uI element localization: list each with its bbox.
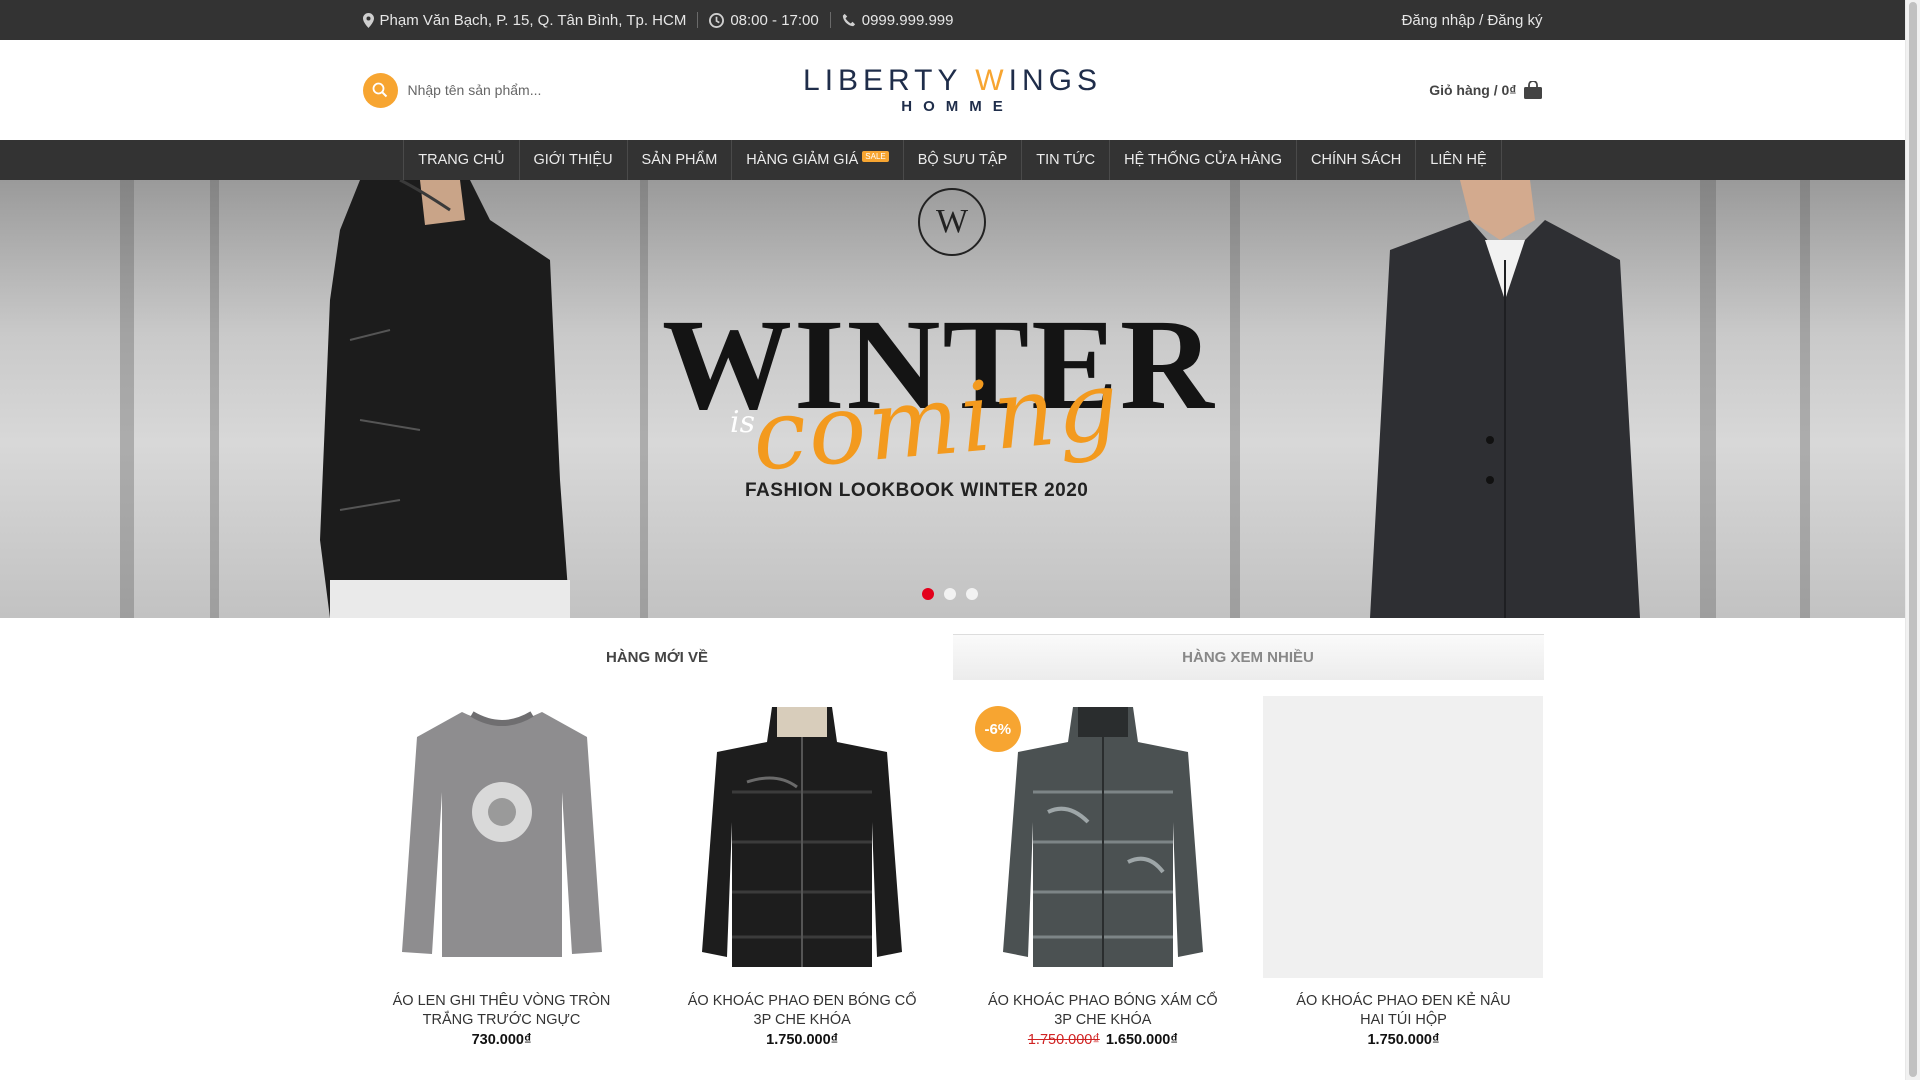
cart-link[interactable]: Giỏ hàng / 0₫ <box>1429 80 1542 100</box>
tab-most-viewed[interactable]: HÀNG XEM NHIỀU <box>952 634 1544 680</box>
product-price: 1.750.000₫ 1.650.000₫ <box>963 1032 1243 1048</box>
logo-subtitle: HOMME <box>901 98 1014 115</box>
product-name[interactable]: ÁO KHOÁC PHAO ĐEN BÓNG CỔ 3P CHE KHÓA <box>662 992 942 1030</box>
black-puffer-image <box>702 707 903 967</box>
main-nav: TRANG CHỦ GIỚI THIỆU SẢN PHẨM HÀNG GIẢM … <box>0 140 1905 180</box>
logo-text-b: INGS <box>1008 64 1102 97</box>
login-register-link[interactable]: Đăng nhập / Đăng ký <box>1402 12 1543 29</box>
slider-dot[interactable] <box>944 588 956 600</box>
address-info: Phạm Văn Bạch, P. 15, Q. Tân Bình, Tp. H… <box>362 11 687 29</box>
nav-item-home[interactable]: TRANG CHỦ <box>404 140 520 180</box>
scrollbar-thumb[interactable] <box>1909 2 1917 1077</box>
site-logo[interactable]: LIBERTY WINGS HOMME <box>803 64 1102 116</box>
slider-dots <box>922 588 978 600</box>
nav-item-label: BỘ SƯU TẬP <box>917 152 1008 168</box>
product-name[interactable]: ÁO LEN GHI THÊU VÒNG TRÒN TRẮNG TRƯỚC NG… <box>362 992 642 1030</box>
model-leather-jacket-image <box>320 180 570 618</box>
page: Phạm Văn Bạch, P. 15, Q. Tân Bình, Tp. H… <box>0 0 1905 1080</box>
nav-item-label: TIN TỨC <box>1036 152 1096 168</box>
cart-label: Giỏ hàng / 0₫ <box>1429 82 1517 98</box>
model-suit-image <box>1370 180 1640 618</box>
discount-badge: -6% <box>974 706 1021 752</box>
nav-item-policy[interactable]: CHÍNH SÁCH <box>1297 140 1417 180</box>
search-button[interactable] <box>362 72 398 108</box>
tab-new-arrivals[interactable]: HÀNG MỚI VỀ <box>361 634 953 680</box>
nav-item-label: GIỚI THIỆU <box>533 152 613 168</box>
hours-text: 08:00 - 17:00 <box>730 11 819 29</box>
product-card[interactable]: -6% ÁO KHOÁC PHAO BÓNG XÁM CỔ 3P CHE KHÓ… <box>962 696 1243 1048</box>
banner-is-text: is <box>730 405 755 440</box>
product-grid: ÁO LEN GHI THÊU VÒNG TRÒN TRẮNG TRƯỚC NG… <box>361 696 1544 1048</box>
nav-item-label: TRANG CHỦ <box>418 152 505 168</box>
slider-dot[interactable] <box>922 588 934 600</box>
product-card[interactable]: ÁO KHOÁC PHAO ĐEN KẺ NÂU HAI TÚI HỘP 1.7… <box>1263 696 1544 1048</box>
clock-icon <box>709 12 725 28</box>
header: LIBERTY WINGS HOMME Giỏ hàng / 0₫ <box>0 40 1905 140</box>
product-image-placeholder[interactable] <box>1263 696 1544 978</box>
nav-item-contact[interactable]: LIÊN HỆ <box>1416 140 1502 180</box>
product-card[interactable]: ÁO KHOÁC PHAO ĐEN BÓNG CỔ 3P CHE KHÓA 1.… <box>662 696 943 1048</box>
location-pin-icon <box>362 12 374 28</box>
current-price: 1.650.000₫ <box>1105 1032 1178 1048</box>
grey-puffer-image <box>1002 707 1203 967</box>
sweater-image <box>401 711 602 957</box>
current-price: 730.000₫ <box>471 1032 532 1048</box>
phone-info[interactable]: 0999.999.999 <box>842 12 954 29</box>
nav-item-sale[interactable]: HÀNG GIẢM GIÁ SALE <box>732 140 904 180</box>
product-card[interactable]: ÁO LEN GHI THÊU VÒNG TRÒN TRẮNG TRƯỚC NG… <box>361 696 642 1048</box>
address-text: Phạm Văn Bạch, P. 15, Q. Tân Bình, Tp. H… <box>379 11 687 29</box>
shopping-bag-icon <box>1523 80 1542 99</box>
phone-text: 0999.999.999 <box>861 11 954 29</box>
slider-dot[interactable] <box>966 588 978 600</box>
product-image-grey-puffer[interactable]: -6% <box>962 696 1243 978</box>
search-icon <box>372 82 388 98</box>
nav-item-label: HỆ THỐNG CỬA HÀNG <box>1124 152 1283 168</box>
product-price: 1.750.000₫ <box>662 1032 942 1048</box>
top-bar: Phạm Văn Bạch, P. 15, Q. Tân Bình, Tp. H… <box>0 0 1905 40</box>
nav-item-stores[interactable]: HỆ THỐNG CỬA HÀNG <box>1110 140 1298 180</box>
search-form <box>362 72 663 108</box>
phone-icon <box>842 13 855 27</box>
nav-item-products[interactable]: SẢN PHẨM <box>628 140 733 180</box>
product-image-grey-sweater[interactable] <box>361 696 642 978</box>
brand-emblem: W <box>918 188 986 256</box>
product-price: 1.750.000₫ <box>1263 1032 1543 1048</box>
page-scrollbar[interactable] <box>1905 0 1920 1080</box>
product-price: 730.000₫ <box>362 1032 642 1048</box>
product-tabs: HÀNG MỚI VỀ HÀNG XEM NHIỀU <box>361 634 1544 680</box>
logo-text-a: LIBERTY <box>803 64 976 97</box>
banner-subline: FASHION LOOKBOOK WINTER 2020 <box>745 480 1089 501</box>
sale-badge: SALE <box>862 150 889 162</box>
search-input[interactable] <box>397 82 638 98</box>
product-image-black-puffer[interactable] <box>662 696 943 978</box>
current-price: 1.750.000₫ <box>1367 1032 1440 1048</box>
nav-item-label: HÀNG GIẢM GIÁ <box>746 152 859 168</box>
hero-slider[interactable]: W WINTER coming is FASHION LOOKBOOK WINT… <box>0 180 1905 618</box>
logo-text-w: W <box>975 64 1009 97</box>
nav-item-news[interactable]: TIN TỨC <box>1022 140 1111 180</box>
nav-item-label: LIÊN HỆ <box>1430 152 1487 168</box>
nav-item-about[interactable]: GIỚI THIỆU <box>520 140 628 180</box>
nav-item-label: CHÍNH SÁCH <box>1311 152 1402 168</box>
product-name[interactable]: ÁO KHOÁC PHAO BÓNG XÁM CỔ 3P CHE KHÓA <box>963 992 1243 1030</box>
hours-info: 08:00 - 17:00 <box>709 11 819 29</box>
product-name[interactable]: ÁO KHOÁC PHAO ĐEN KẺ NÂU HAI TÚI HỘP <box>1263 992 1543 1030</box>
nav-item-label: SẢN PHẨM <box>641 152 718 168</box>
current-price: 1.750.000₫ <box>766 1032 839 1048</box>
nav-item-collections[interactable]: BỘ SƯU TẬP <box>904 140 1023 180</box>
old-price: 1.750.000₫ <box>1027 1032 1100 1048</box>
